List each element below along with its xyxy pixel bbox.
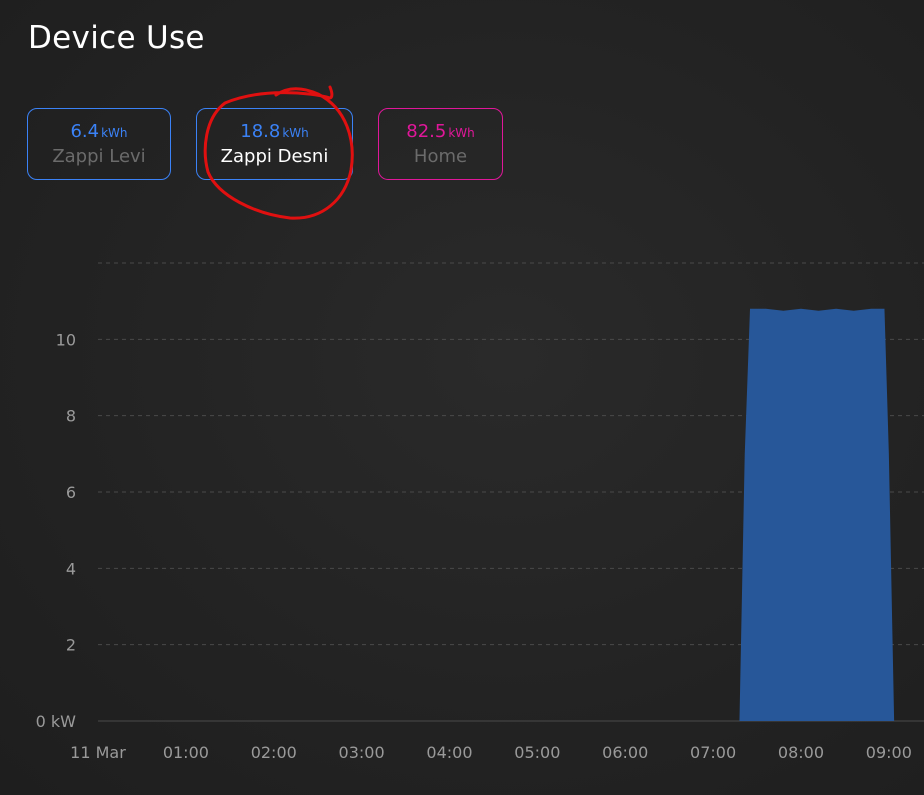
x-tick-label: 07:00: [690, 743, 736, 762]
x-tick-label: 06:00: [602, 743, 648, 762]
y-tick-label: 2: [66, 636, 76, 655]
x-tick-label: 05:00: [514, 743, 560, 762]
y-tick-label: 0 kW: [36, 712, 77, 731]
y-tick-label: 10: [56, 330, 76, 349]
y-tick-label: 8: [66, 407, 76, 426]
y-tick-label: 4: [66, 559, 76, 578]
power-series-area: [98, 308, 924, 721]
x-tick-label: 11 Mar: [70, 743, 126, 762]
x-tick-label: 08:00: [778, 743, 824, 762]
power-chart: 0 kW 2 4 6 8 10 11 Mar 01:00 02:00 03:00 04:00 05:0…: [36, 262, 924, 762]
x-tick-label: 01:00: [163, 743, 209, 762]
x-tick-label: 02:00: [251, 743, 297, 762]
x-tick-label: 04:00: [426, 743, 472, 762]
x-tick-label: 03:00: [339, 743, 385, 762]
y-tick-label: 6: [66, 483, 76, 502]
x-tick-label: 09:00: [866, 743, 912, 762]
